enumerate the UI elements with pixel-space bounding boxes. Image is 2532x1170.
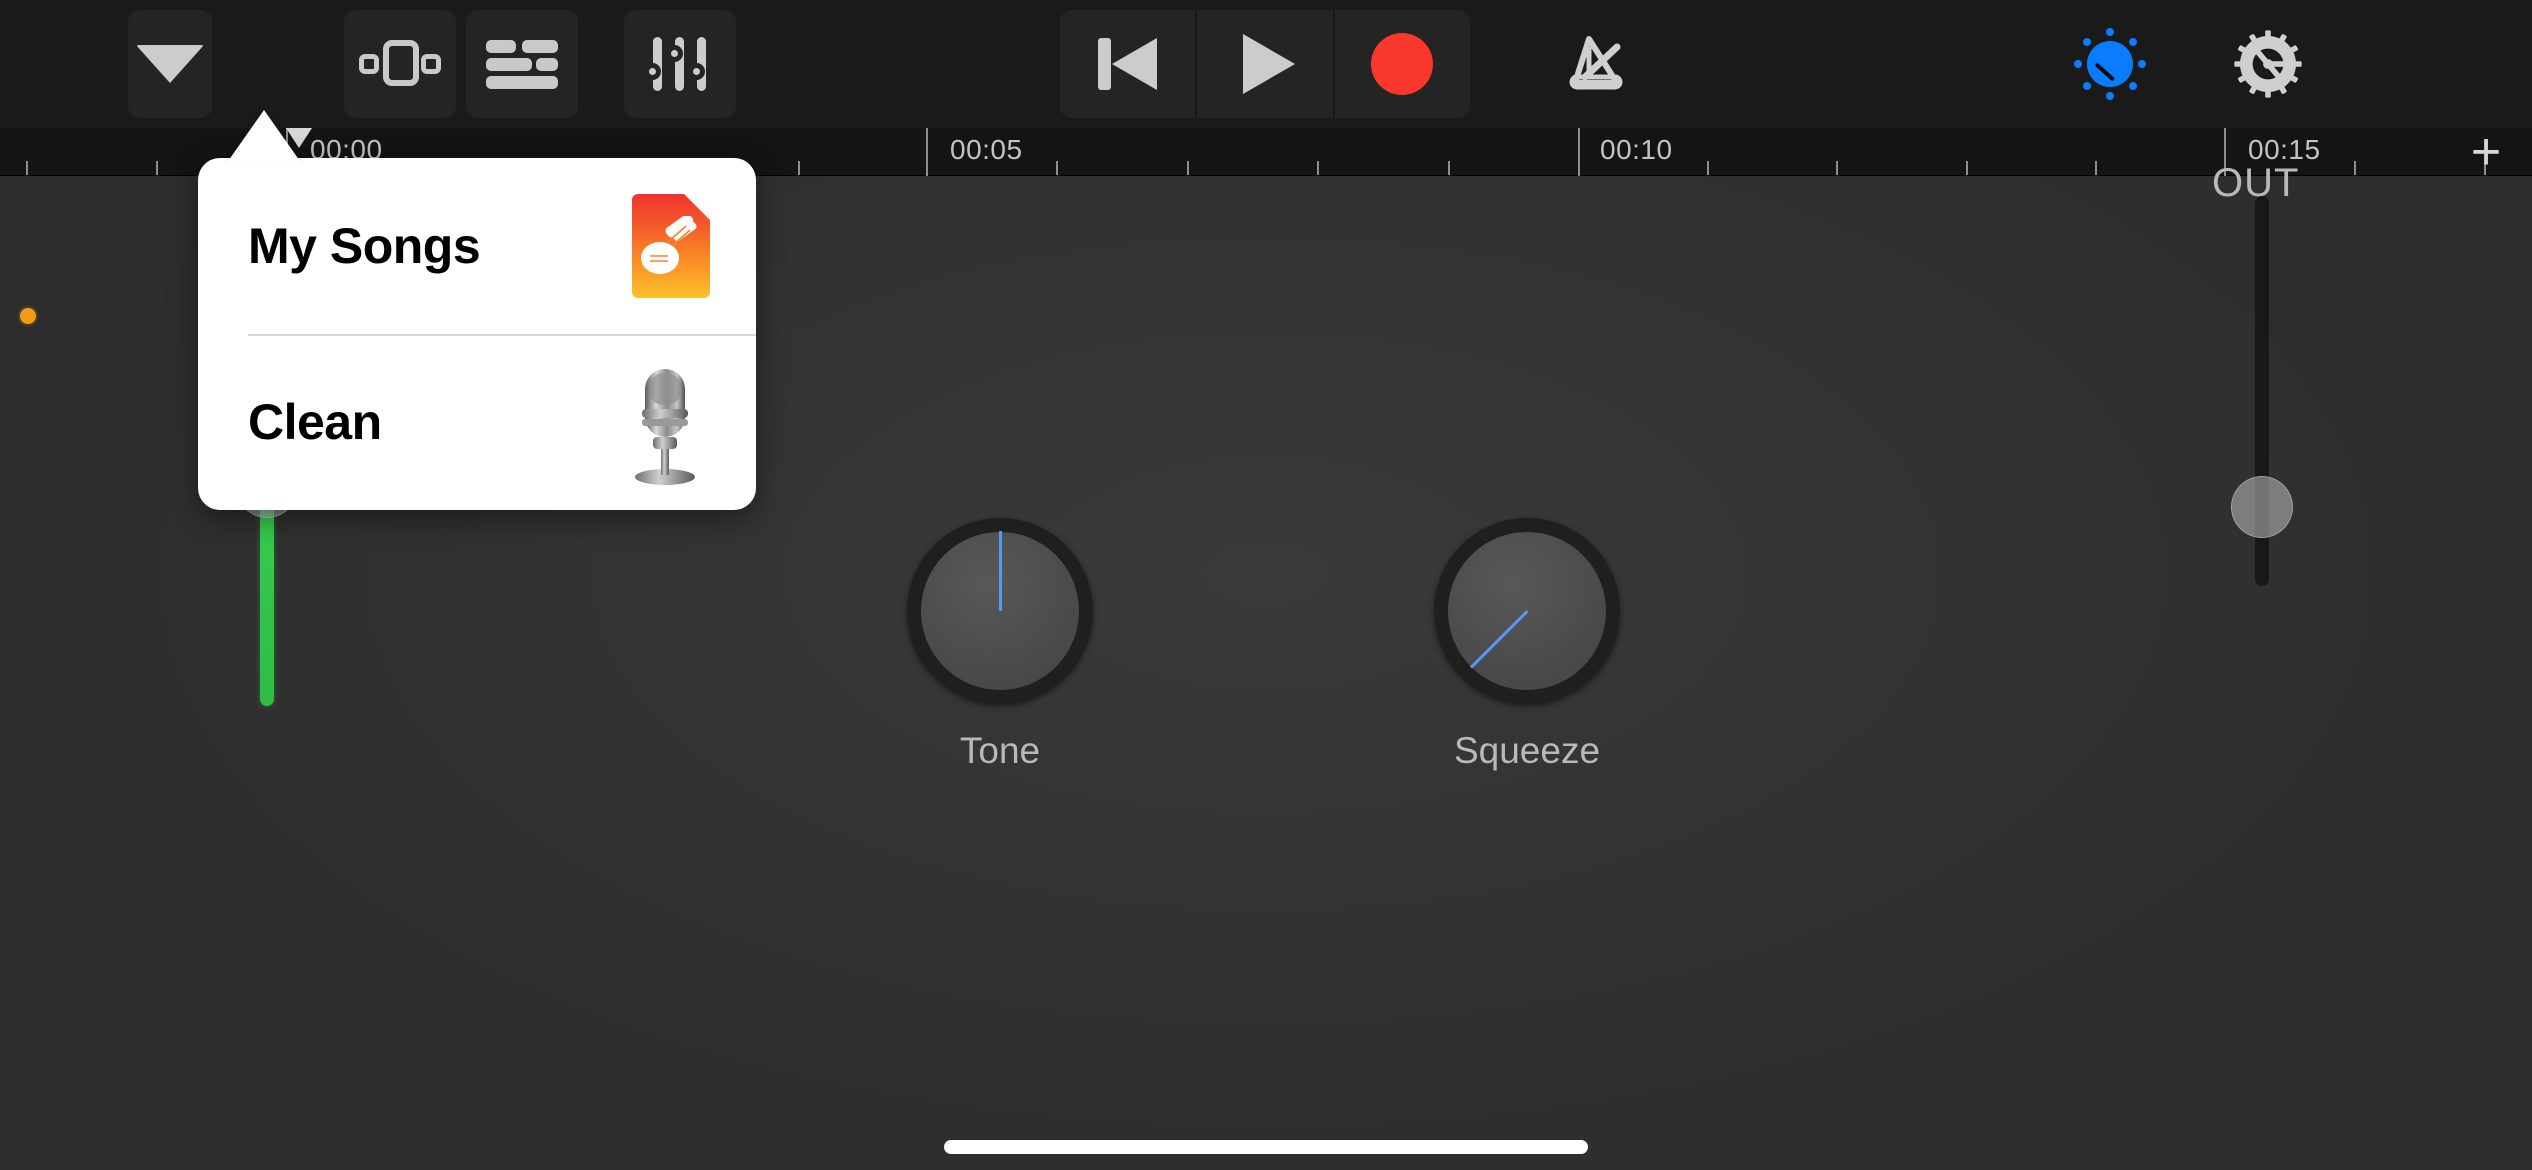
tone-knob-group: Tone — [907, 518, 1093, 772]
ruler-minor-tick — [1056, 161, 1059, 175]
squeeze-knob-group: Squeeze — [1434, 518, 1620, 772]
ruler-label: 00:10 — [1600, 134, 1673, 165]
ruler-minor-tick — [2094, 161, 2097, 175]
ruler-major-mark — [926, 128, 928, 176]
garageband-app-window: 00:00 00:05 00:10 00:15 + Tone Squeeze O… — [0, 0, 2532, 1170]
ruler-minor-tick — [1836, 161, 1839, 175]
metronome-icon — [1569, 36, 1623, 90]
squeeze-knob[interactable] — [1434, 518, 1620, 704]
ruler-major-mark — [1578, 128, 1580, 176]
popover-item-clean[interactable]: Clean — [198, 334, 756, 510]
popover-item-label: My Songs — [248, 218, 481, 274]
faders-icon — [644, 37, 707, 91]
ruler-label: 00:05 — [950, 134, 1023, 165]
popover-item-my-songs[interactable]: My Songs — [198, 158, 756, 334]
squeeze-knob-label: Squeeze — [1453, 730, 1601, 771]
ruler-minor-tick — [798, 161, 800, 175]
ruler-minor-tick — [2354, 161, 2356, 175]
output-volume-slider-thumb[interactable] — [2231, 476, 2293, 538]
ruler-minor-tick — [1317, 161, 1320, 175]
track-view-button[interactable] — [344, 10, 456, 118]
garageband-song-document-icon — [632, 194, 710, 298]
ruler-minor-tick — [1186, 161, 1189, 175]
record-level-indicator-dot — [20, 308, 36, 324]
top-toolbar — [0, 0, 2532, 128]
tone-knob[interactable] — [907, 518, 1093, 704]
gear-icon — [2234, 30, 2302, 98]
tone-knob-label: Tone — [959, 730, 1041, 771]
vintage-microphone-icon — [635, 369, 695, 485]
play-icon — [1242, 34, 1295, 94]
popover-item-label: Clean — [248, 394, 382, 450]
ruler-minor-tick — [1447, 161, 1450, 175]
ruler-minor-tick — [1707, 161, 1710, 175]
tracks-button[interactable] — [466, 10, 578, 118]
record-button[interactable] — [1334, 10, 1470, 118]
tone-knob-indicator — [998, 531, 1002, 611]
home-indicator — [944, 1140, 1588, 1154]
popover-arrow — [226, 110, 302, 164]
track-view-icon — [359, 40, 441, 88]
metronome-button[interactable] — [1540, 10, 1652, 118]
record-icon — [1371, 33, 1434, 95]
fx-knob-icon — [2074, 28, 2146, 100]
fx-button[interactable] — [2054, 10, 2166, 118]
caret-down-icon — [136, 45, 204, 83]
squeeze-knob-indicator — [1469, 609, 1529, 669]
settings-button[interactable] — [2212, 8, 2324, 120]
my-songs-chevron-button[interactable] — [128, 10, 212, 118]
play-button[interactable] — [1197, 10, 1335, 118]
tracks-icon — [486, 40, 558, 89]
ruler-minor-tick — [26, 161, 28, 175]
my-songs-popover: My Songs Clean — [198, 158, 756, 510]
mixer-faders-button[interactable] — [624, 10, 736, 118]
rewind-icon — [1097, 38, 1158, 90]
ruler-minor-tick — [156, 161, 158, 175]
ruler-minor-tick — [1965, 161, 1968, 175]
transport-controls — [1060, 10, 1470, 118]
rewind-button[interactable] — [1060, 10, 1198, 118]
add-track-button[interactable]: + — [2458, 126, 2514, 178]
